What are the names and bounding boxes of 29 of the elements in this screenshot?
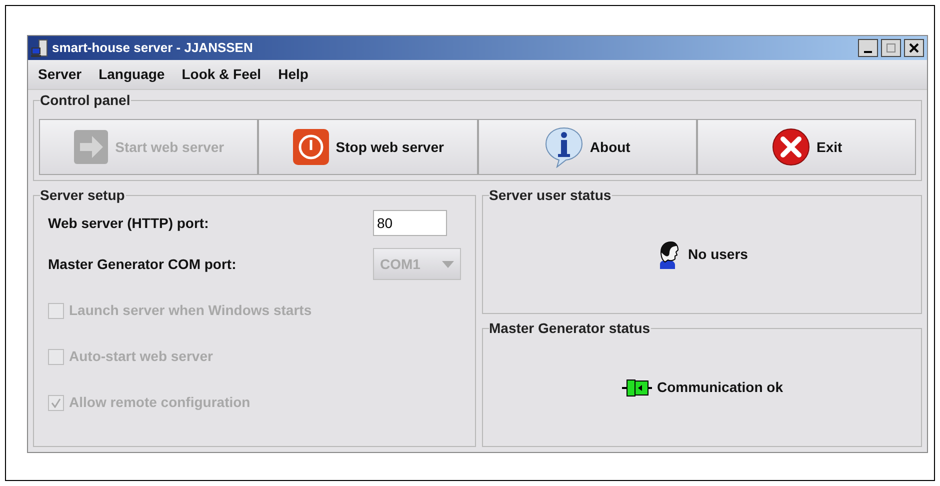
close-button[interactable]	[904, 39, 924, 57]
computer-icon	[31, 39, 49, 57]
connector-icon	[620, 378, 653, 398]
stop-button[interactable]: Stop web server	[258, 119, 478, 175]
field-label: Web server (HTTP) port:	[48, 214, 209, 233]
checkbox-label: Auto-start web server	[69, 347, 213, 366]
maximize-button[interactable]	[881, 39, 901, 57]
field-label: Master Generator COM port:	[48, 254, 236, 274]
checkbox-label: Launch server when Windows starts	[69, 301, 312, 320]
info-icon	[544, 126, 584, 168]
port-input-field[interactable]: 80	[373, 210, 447, 236]
window-title: smart-house server - JJANSSEN	[52, 39, 253, 58]
minimize-icon	[864, 50, 872, 52]
maximize-icon	[886, 43, 896, 53]
exit-button[interactable]: Exit	[696, 119, 916, 175]
close-icon	[909, 43, 919, 53]
status-text: Communication ok	[656, 378, 783, 397]
checkmark-icon	[51, 398, 61, 408]
minimize-button[interactable]	[858, 39, 878, 57]
caret-icon	[442, 260, 454, 268]
menu-item[interactable]: Server	[38, 64, 82, 85]
status-text: No users	[688, 245, 748, 264]
menu-item[interactable]: Language	[98, 64, 165, 85]
menu-item[interactable]: Help	[278, 64, 308, 85]
about-button[interactable]: About	[478, 119, 697, 175]
power-icon	[292, 128, 330, 166]
checkbox-label: Allow remote configuration	[69, 393, 250, 412]
menu-item[interactable]: Look & Feel	[182, 64, 262, 85]
close-icon	[770, 127, 811, 167]
